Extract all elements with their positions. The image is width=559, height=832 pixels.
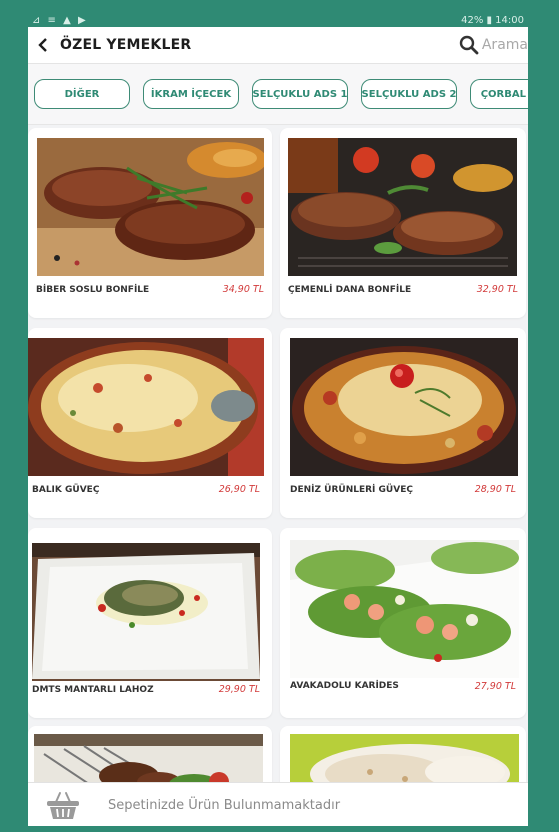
product-image-kebab-skewers [34,734,263,788]
cart-status-text: Sepetinizde Ürün Bulunmamaktadır [108,797,341,813]
product-image-wraps [290,734,519,788]
tab-corbalar[interactable]: ÇORBAL [470,79,528,109]
top-bar: ÖZEL YEMEKLER Arama [28,27,528,64]
product-image-seafood-casserole [290,338,518,476]
product-price: 27,90 TL [474,681,516,692]
basket-icon[interactable] [46,790,80,820]
product-name: AVAKADOLU KARİDES [290,681,399,691]
product-name: ÇEMENLİ DANA BONFİLE [288,285,412,295]
product-card[interactable]: DENİZ ÜRÜNLERİ GÜVEÇ 28,90 TL [280,328,526,518]
product-card[interactable]: BALIK GÜVEÇ 26,90 TL [28,328,272,518]
product-name: DENİZ ÜRÜNLERİ GÜVEÇ [290,485,413,495]
product-name: DMTS MANTARLI LAHOZ [32,685,154,695]
product-image-fish-plate [32,543,260,681]
back-arrow-icon[interactable] [36,38,50,52]
product-price: 28,90 TL [474,484,516,495]
app-screen: ⊿ ≡ ▲ ▶ 42% ▮ 14:00 ÖZEL YEMEKLER Arama … [28,14,528,826]
status-bar: ⊿ ≡ ▲ ▶ 42% ▮ 14:00 [28,14,528,27]
product-image-steak-dark [288,138,517,276]
tab-selcuklu-ads-1[interactable]: SELÇUKLU ADS 1 [252,79,348,109]
product-card[interactable]: AVAKADOLU KARİDES 27,90 TL [280,528,526,718]
product-card[interactable] [280,726,526,788]
product-price: 32,90 TL [476,284,518,295]
tab-ikram-icecek[interactable]: İKRAM İÇECEK [143,79,239,109]
product-card[interactable]: BİBER SOSLU BONFİLE 34,90 TL [28,128,272,318]
category-tabs: DİĞER İKRAM İÇECEK SELÇUKLU ADS 1 SELÇUK… [28,64,528,125]
search-input[interactable]: Arama [482,37,528,53]
product-price: 34,90 TL [222,284,264,295]
status-clock: 42% ▮ 14:00 [461,15,524,26]
status-icons: ⊿ ≡ ▲ ▶ [32,15,88,26]
page-title: ÖZEL YEMEKLER [60,37,192,53]
product-card[interactable]: DMTS MANTARLI LAHOZ 29,90 TL [28,528,272,718]
cart-bar[interactable]: Sepetinizde Ürün Bulunmamaktadır [28,782,528,826]
tab-diger[interactable]: DİĞER [34,79,130,109]
product-name: BİBER SOSLU BONFİLE [36,285,150,295]
tab-selcuklu-ads-2[interactable]: SELÇUKLU ADS 2 [361,79,457,109]
product-image-fish-casserole [28,338,264,476]
product-price: 29,90 TL [218,684,260,695]
product-card[interactable]: ÇEMENLİ DANA BONFİLE 32,90 TL [280,128,526,318]
search-icon[interactable] [459,35,479,55]
product-card[interactable] [28,726,272,788]
search-box[interactable]: Arama [459,35,528,55]
product-grid: BİBER SOSLU BONFİLE 34,90 TL ÇEMENLİ DAN… [28,128,528,788]
product-image-shrimp-lettuce [290,540,519,678]
product-name: BALIK GÜVEÇ [32,485,100,495]
product-image-steak-platter [37,138,264,276]
product-price: 26,90 TL [218,484,260,495]
